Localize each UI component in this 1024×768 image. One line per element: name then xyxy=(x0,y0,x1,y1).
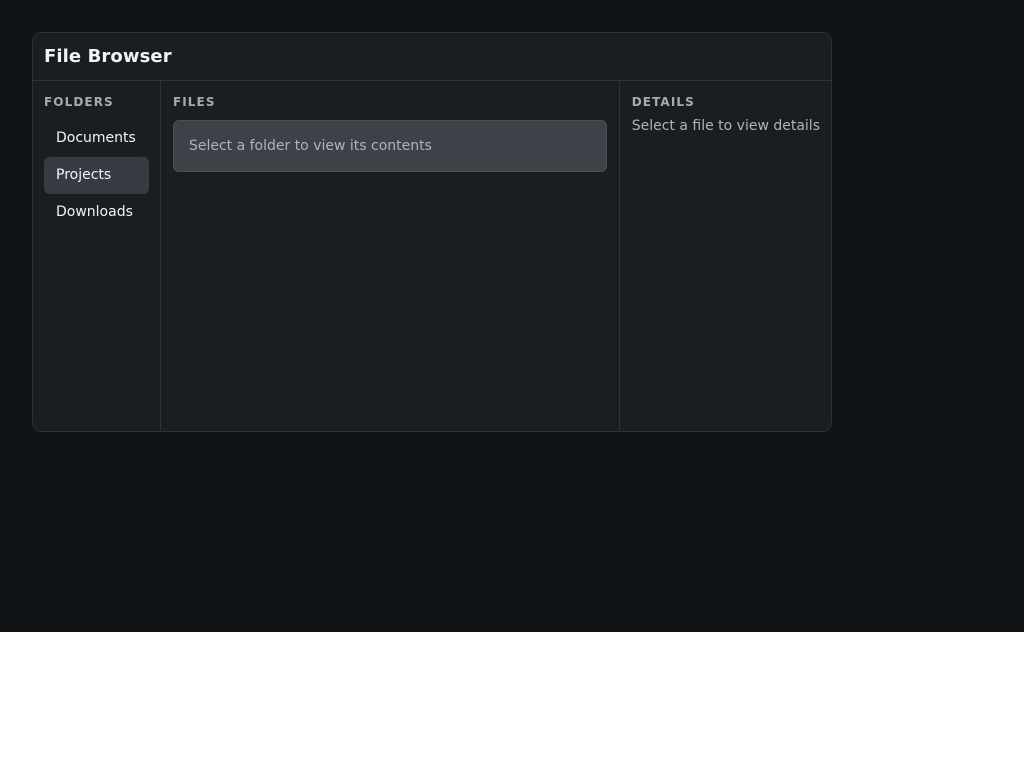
window-header: File Browser xyxy=(33,33,831,81)
details-empty-message: Select a file to view details xyxy=(631,118,820,134)
details-heading: DETAILS xyxy=(631,95,695,109)
files-empty-state: Select a folder to view its contents xyxy=(172,120,607,172)
folders-heading: FOLDERS xyxy=(44,95,114,109)
folder-item-downloads[interactable]: Downloads xyxy=(44,194,149,231)
files-empty-message: Select a folder to view its contents xyxy=(188,138,432,154)
file-browser-window: File Browser FOLDERS Documents Projects … xyxy=(32,32,832,432)
panes-container: FOLDERS Documents Projects Downloads FIL… xyxy=(33,81,831,430)
folder-item-documents[interactable]: Documents xyxy=(44,120,149,157)
files-heading: FILES xyxy=(172,95,216,109)
folders-pane: FOLDERS Documents Projects Downloads xyxy=(33,81,161,430)
folder-list: Documents Projects Downloads xyxy=(44,120,149,231)
app-viewport: File Browser FOLDERS Documents Projects … xyxy=(0,0,1024,632)
folder-item-projects[interactable]: Projects xyxy=(44,157,149,194)
details-pane: DETAILS Select a file to view details xyxy=(620,81,831,430)
window-title: File Browser xyxy=(44,46,172,67)
files-pane: FILES Select a folder to view its conten… xyxy=(161,81,620,430)
